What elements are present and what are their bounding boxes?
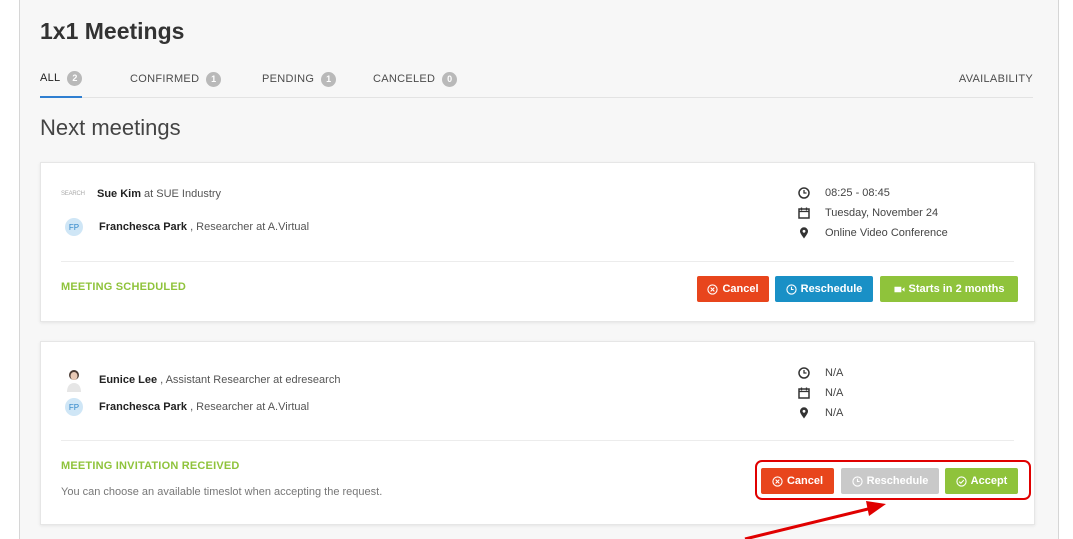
reschedule-button[interactable]: Reschedule (775, 276, 873, 302)
guest-name[interactable]: Sue Kim (97, 188, 141, 200)
host-name[interactable]: Franchesca Park (99, 401, 187, 413)
location-pin-icon (800, 407, 808, 419)
meeting-details: N/A N/A N/A (798, 363, 843, 423)
count-badge: 0 (442, 71, 458, 87)
guest-name[interactable]: Eunice Lee (99, 374, 157, 386)
tab-pending[interactable]: PENDING 1 (262, 60, 337, 98)
meeting-status: MEETING INVITATION RECEIVED (61, 460, 240, 472)
tab-label: PENDING (262, 73, 315, 85)
count-badge: 1 (206, 71, 222, 87)
host-name[interactable]: Franchesca Park (99, 221, 187, 233)
host-role: , Researcher at A.Virtual (190, 401, 310, 413)
card-divider (61, 440, 1014, 441)
button-label: Cancel (722, 283, 759, 295)
availability-link[interactable]: AVAILABILITY (959, 60, 1033, 98)
card-divider (61, 261, 1014, 262)
button-label: Reschedule (800, 283, 863, 295)
avatar: FP (65, 218, 83, 236)
tab-label: CONFIRMED (130, 73, 200, 85)
meeting-details: 08:25 - 08:45 Tuesday, November 24 Onlin… (798, 183, 948, 243)
guest-role: at SUE Industry (144, 188, 222, 200)
meetings-panel: 1x1 Meetings ALL 2 CONFIRMED 1 PENDING 1… (19, 0, 1059, 539)
clock-icon (798, 367, 810, 379)
tab-bar: ALL 2 CONFIRMED 1 PENDING 1 CANCELED 0 A… (40, 60, 1033, 98)
meeting-location: Online Video Conference (825, 227, 948, 239)
guest-role: , Assistant Researcher at edresearch (160, 374, 341, 386)
clock-icon (785, 283, 797, 295)
cancel-circle-icon (707, 283, 719, 295)
section-title: Next meetings (40, 115, 181, 140)
tab-label: CANCELED (373, 73, 436, 85)
calendar-icon (798, 387, 810, 399)
location-pin-icon (800, 227, 808, 239)
annotation-highlight-box (755, 460, 1031, 500)
button-label: Starts in 2 months (908, 283, 1005, 295)
avatar (67, 370, 81, 392)
start-meeting-button[interactable]: Starts in 2 months (880, 276, 1018, 302)
cancel-button[interactable]: Cancel (697, 276, 769, 302)
count-badge: 1 (321, 71, 337, 87)
host-row: FP Franchesca Park , Researcher at A.Vir… (61, 218, 309, 236)
host-row: FP Franchesca Park , Researcher at A.Vir… (61, 398, 309, 416)
status-hint: You can choose an available timeslot whe… (61, 486, 383, 498)
tab-confirmed[interactable]: CONFIRMED 1 (130, 60, 222, 98)
video-camera-icon (893, 286, 905, 292)
meeting-status: MEETING SCHEDULED (61, 281, 187, 293)
host-role: , Researcher at A.Virtual (190, 221, 310, 233)
company-logo: SEARCH (61, 191, 85, 197)
tab-label: ALL (40, 72, 61, 84)
calendar-icon (798, 207, 810, 219)
meeting-card: SEARCH Sue Kim at SUE Industry FP Franch… (40, 162, 1035, 322)
meeting-time: N/A (825, 367, 844, 379)
clock-icon (798, 187, 810, 199)
guest-row: Eunice Lee , Assistant Researcher at edr… (61, 368, 340, 392)
tab-canceled[interactable]: CANCELED 0 (373, 60, 458, 98)
guest-row: SEARCH Sue Kim at SUE Industry (61, 188, 221, 200)
tab-all[interactable]: ALL 2 (40, 60, 83, 98)
meeting-date: N/A (825, 387, 844, 399)
avatar: FP (65, 398, 83, 416)
meeting-date: Tuesday, November 24 (825, 207, 939, 219)
meeting-time: 08:25 - 08:45 (825, 187, 890, 199)
count-badge: 2 (67, 70, 83, 86)
page-title: 1x1 Meetings (40, 18, 185, 44)
meeting-location: N/A (825, 407, 844, 419)
